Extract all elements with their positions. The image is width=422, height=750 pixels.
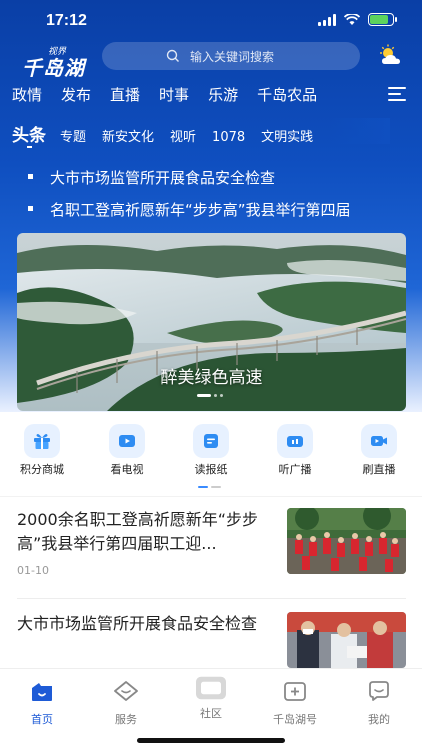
search-input[interactable]: 输入关键词搜索 (102, 42, 360, 70)
news-ticker-item[interactable]: 大市市场监管所开展食品安全检查 (0, 162, 422, 192)
tab-community[interactable]: 社区 (176, 676, 246, 721)
nav-item-live[interactable]: 直播 (110, 84, 140, 108)
tab-mine[interactable]: 我的 (344, 679, 414, 727)
search-icon (166, 49, 179, 62)
quick-link-label: 读报纸 (194, 463, 228, 476)
news-title: 大市市场监管所开展食品安全检查 (17, 614, 258, 633)
banner-pagination (197, 394, 223, 397)
weather-icon[interactable] (378, 44, 404, 66)
tab-1078[interactable]: 1078 (212, 130, 245, 143)
news-date: 01-10 (17, 564, 49, 577)
ticker-text: 名职工登高祈愿新年“步步高”我县举行第四届 (50, 201, 351, 219)
news-ticker-item[interactable]: 名职工登高祈愿新年“步步高”我县举行第四届 (0, 194, 422, 224)
service-icon (114, 681, 138, 701)
tabs-fade (330, 118, 390, 144)
news-thumbnail (287, 612, 406, 668)
gift-icon (34, 434, 50, 449)
quick-link-live[interactable]: 刷直播 (344, 424, 414, 477)
quick-link-label: 看电视 (110, 463, 144, 476)
ticker-text: 大市市场监管所开展食品安全检查 (50, 169, 276, 187)
quick-link-watch-tv[interactable]: 看电视 (92, 424, 162, 477)
quick-link-label: 积分商城 (20, 463, 64, 476)
quick-link-label: 刷直播 (362, 463, 396, 476)
tab-xinan-culture[interactable]: 新安文化 (102, 126, 154, 143)
status-icons (318, 13, 397, 26)
nav-item-release[interactable]: 发布 (61, 84, 91, 108)
tab-label: 服务 (115, 713, 137, 726)
tab-indicator (27, 146, 32, 148)
nav-item-travel[interactable]: 乐游 (208, 84, 238, 108)
quick-link-points-mall[interactable]: 积分商城 (7, 424, 77, 477)
app-logo: 视界 千岛湖 (22, 44, 92, 80)
status-time: 17:12 (46, 12, 87, 29)
newspaper-icon (204, 434, 218, 448)
news-thumbnail (287, 508, 406, 574)
tab-headlines[interactable]: 头条 (12, 121, 46, 143)
nav-item-current-affairs[interactable]: 时事 (159, 84, 189, 108)
menu-icon[interactable] (388, 87, 406, 103)
battery-icon (368, 13, 397, 26)
home-indicator (137, 738, 285, 743)
quick-links: 积分商城 看电视 读报纸 听广播 刷直播 (0, 424, 422, 480)
nav-item-politics[interactable]: 政情 (12, 84, 42, 108)
tab-service[interactable]: 服务 (91, 679, 161, 727)
quick-link-newspaper[interactable]: 读报纸 (176, 424, 246, 477)
wifi-icon (344, 13, 360, 25)
tab-label: 社区 (200, 707, 222, 720)
tab-topics[interactable]: 专题 (60, 126, 86, 143)
signal-icon (318, 13, 336, 26)
live-camera-icon (371, 436, 387, 446)
ticker-bullet (28, 206, 33, 211)
tab-label: 我的 (368, 713, 390, 726)
banner-caption: 醉美绿色高速 (160, 368, 263, 388)
ticker-bullet (28, 174, 33, 179)
tab-label: 首页 (31, 713, 53, 726)
account-icon (284, 682, 306, 701)
nav-item-farm-products[interactable]: 千岛农品 (257, 84, 317, 108)
radio-icon (287, 436, 303, 447)
tab-civilization[interactable]: 文明实践 (261, 126, 313, 143)
tab-home[interactable]: 首页 (7, 679, 77, 727)
primary-nav: 政情 发布 直播 时事 乐游 千岛农品 (12, 84, 336, 108)
search-placeholder: 输入关键词搜索 (190, 49, 275, 64)
profile-icon (369, 681, 389, 701)
news-divider (17, 598, 406, 599)
news-title: 2000余名职工登高祈愿新年“步步高”我县举行第四届职工迎... (17, 510, 259, 553)
quick-links-pagination (198, 486, 221, 488)
tab-audio-video[interactable]: 视听 (170, 126, 196, 143)
tv-play-icon (119, 435, 135, 447)
news-list-item[interactable]: 大市市场监管所开展食品安全检查 (17, 612, 406, 668)
banner-carousel[interactable]: 醉美绿色高速 (17, 233, 406, 411)
logo-main-text: 千岛湖 (22, 56, 85, 80)
quick-link-radio[interactable]: 听广播 (260, 424, 330, 477)
section-divider (0, 496, 422, 497)
home-icon (32, 683, 52, 701)
tab-qiandaohu-account[interactable]: 千岛湖号 (260, 679, 330, 727)
community-icon (196, 676, 226, 700)
status-bar: 17:12 (0, 0, 422, 44)
news-list-item[interactable]: 2000余名职工登高祈愿新年“步步高”我县举行第四届职工迎... 01-10 (17, 508, 406, 586)
quick-link-label: 听广播 (278, 463, 312, 476)
tab-label: 千岛湖号 (273, 713, 317, 726)
